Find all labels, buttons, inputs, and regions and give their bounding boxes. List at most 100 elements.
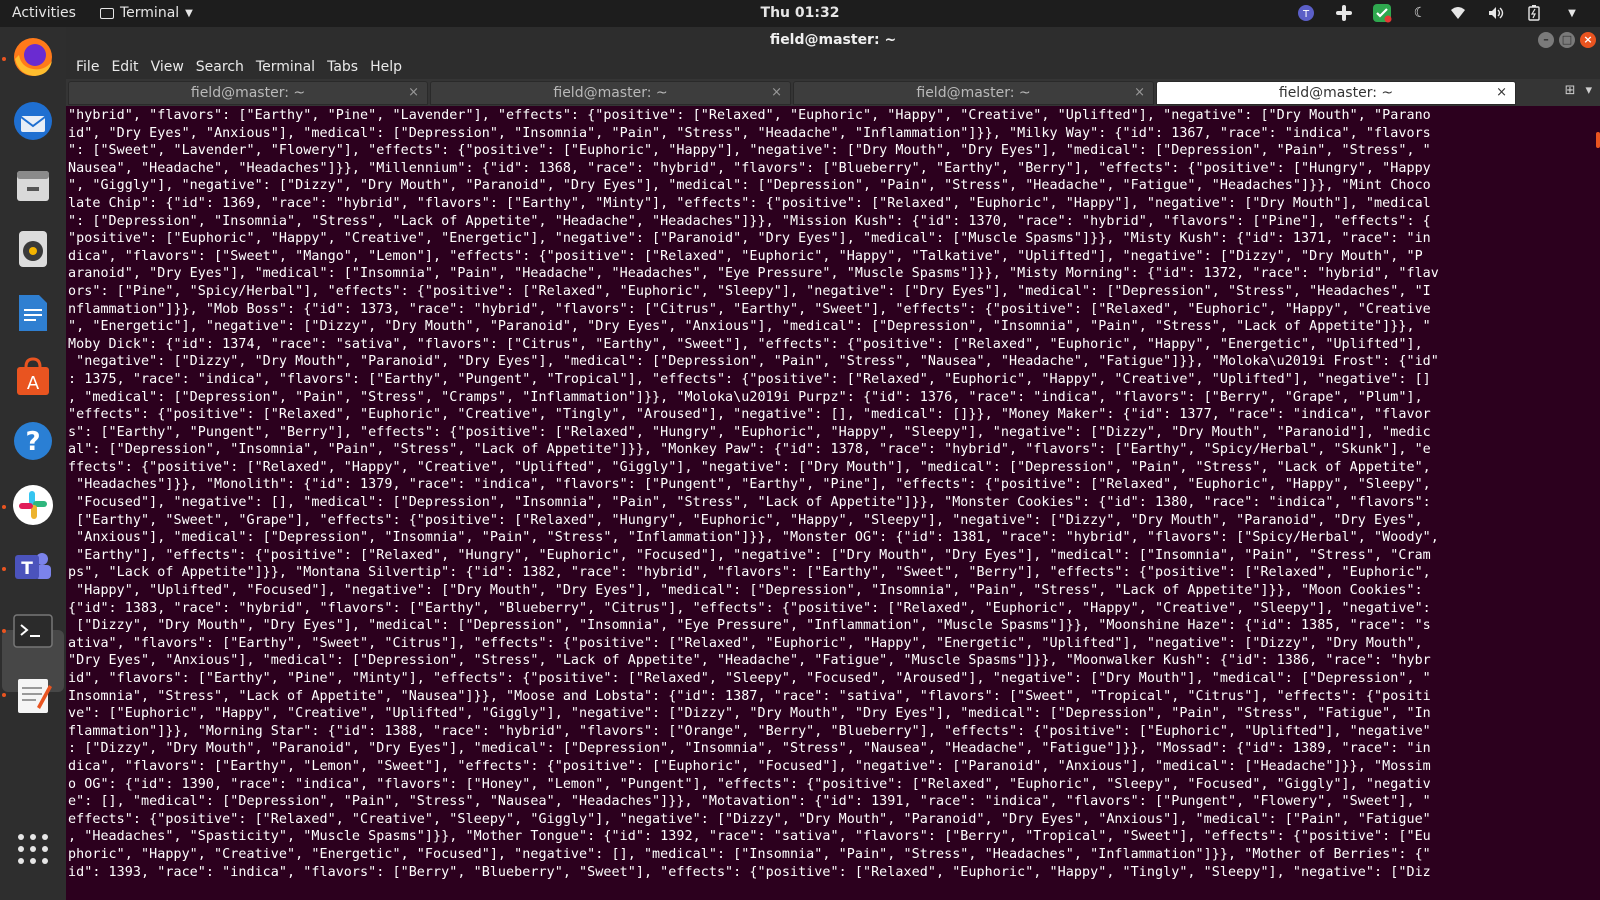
firefox-icon[interactable] — [9, 33, 57, 81]
tab-label: field@master: ~ — [190, 85, 306, 101]
svg-text:T: T — [21, 559, 33, 579]
svg-text:A: A — [27, 373, 40, 394]
tab-close-icon[interactable]: × — [1496, 82, 1507, 104]
tab-menu-icon[interactable]: ▾ — [1585, 83, 1592, 98]
terminal-line: flammation"]}}, "Morning Star": {"id": 1… — [68, 723, 1431, 739]
dock: A ? T — [0, 27, 66, 900]
system-menu-chevron-icon[interactable]: ▼ — [1562, 3, 1582, 23]
slack-tray-icon[interactable] — [1334, 3, 1354, 23]
tab-label: field@master: ~ — [553, 85, 668, 101]
terminal-line: phoric", "Happy", "Creative", "Energetic… — [68, 846, 1431, 862]
terminal-line: , "Headaches", "Spasticity", "Muscle Spa… — [68, 829, 1431, 845]
tab-1[interactable]: field@master: ~ × — [68, 81, 428, 105]
terminal-line: ve": ["Euphoric", "Happy", "Creative", "… — [68, 706, 1431, 722]
terminal-line: "effects": {"positive": ["Relaxed", "Eup… — [68, 407, 1431, 423]
terminal-line: ors": ["Pine", "Spicy/Herbal"], "effects… — [68, 283, 1431, 299]
night-light-icon[interactable]: ☾ — [1410, 3, 1430, 23]
terminal-line: "Earthy"], "effects": {"positive": ["Rel… — [68, 547, 1431, 563]
tab-close-icon[interactable]: × — [1134, 82, 1145, 104]
terminal-line: ", "Giggly"], "negative": ["Dizzy", "Dry… — [68, 178, 1431, 194]
terminal-line: "Focused"], "negative": [], "medical": [… — [68, 495, 1431, 511]
tab-close-icon[interactable]: × — [771, 82, 782, 104]
terminal-line: dica", "flavors": ["Sweet", "Mango", "Le… — [68, 248, 1423, 264]
terminal-line: ["Earthy", "Sweet", "Grape"], "effects":… — [68, 512, 1423, 528]
terminal-app-icon[interactable] — [9, 607, 57, 655]
terminal-line: , "medical": ["Depression", "Pain", "Str… — [68, 389, 1423, 405]
terminal-line: ", "Energetic"], "negative": ["Dizzy", "… — [68, 319, 1431, 335]
update-check-icon[interactable] — [1372, 3, 1392, 23]
tab-label: field@master: ~ — [916, 85, 1031, 101]
tab-bar: field@master: ~ × field@master: ~ × fiel… — [66, 79, 1600, 106]
teams-tray-icon[interactable]: T — [1296, 3, 1316, 23]
wifi-icon[interactable] — [1448, 3, 1468, 23]
terminal-line: ["Dizzy", "Dry Mouth", "Dry Eyes"], "med… — [68, 618, 1431, 634]
terminal-line: id": 1393, "race": "indica", "flavors": … — [68, 864, 1431, 880]
menu-view[interactable]: View — [145, 59, 190, 75]
window-title: field@master: ~ — [769, 32, 897, 48]
thunderbird-icon[interactable] — [9, 97, 57, 145]
menu-search[interactable]: Search — [190, 59, 250, 75]
terminal-line: ativa", "flavors": ["Earthy", "Sweet", "… — [68, 635, 1423, 651]
terminal-line: Insomnia", "Stress", "Lack of Appetite",… — [68, 688, 1431, 704]
libreoffice-writer-icon[interactable] — [9, 289, 57, 337]
menu-edit[interactable]: Edit — [105, 59, 144, 75]
terminal-text: "hybrid", "flavors": ["Earthy", "Pine", … — [68, 107, 1600, 881]
svg-text:?: ? — [25, 427, 40, 457]
tab-3[interactable]: field@master: ~ × — [793, 81, 1154, 105]
running-indicator — [2, 693, 6, 697]
terminal-line: "Headaches"]}}, "Monolith": {"id": 1379,… — [68, 477, 1431, 493]
window-titlebar[interactable]: field@master: ~ – □ × — [66, 27, 1600, 55]
terminal-line: : 1375, "race": "indica", "flavors": ["E… — [68, 371, 1431, 387]
slack-icon[interactable] — [9, 481, 57, 529]
terminal-line: aranoid", "Dry Eyes"], "medical": ["Inso… — [68, 266, 1439, 282]
tab-tools: ⊞ ▾ — [1565, 83, 1592, 98]
terminal-line: e": [], "medical": ["Depression", "Pain"… — [68, 794, 1431, 810]
terminal-line: Moby Dick": {"id": 1374, "race": "sativa… — [68, 336, 1423, 352]
menu-bar: File Edit View Search Terminal Tabs Help — [66, 55, 1600, 79]
terminal-line: ps", "Lack of Appetite"]}}, "Montana Sil… — [68, 565, 1431, 581]
terminal-line: effects": {"positive": ["Relaxed", "Crea… — [68, 811, 1431, 827]
maximize-button[interactable]: □ — [1559, 32, 1575, 48]
close-button[interactable]: × — [1580, 32, 1596, 48]
battery-icon[interactable] — [1524, 3, 1544, 23]
help-icon[interactable]: ? — [9, 417, 57, 465]
terminal-line: id", "Dry Eyes", "Anxious"], "medical": … — [68, 125, 1431, 141]
terminal-line: : ["Dizzy", "Dry Mouth", "Paranoid", "Dr… — [68, 741, 1431, 757]
tab-close-icon[interactable]: × — [408, 82, 419, 104]
terminal-line: ffects": {"positive": ["Relaxed", "Happy… — [68, 459, 1431, 475]
terminal-line: late Chip": {"id": 1369, "race": "hybrid… — [68, 195, 1431, 211]
teams-icon[interactable]: T — [9, 543, 57, 591]
terminal-line: nflammation"]}}, "Mob Boss": {"id": 1373… — [68, 301, 1431, 317]
terminal-line: dica", "flavors": ["Earthy", "Lemon", "S… — [68, 758, 1431, 774]
text-editor-icon[interactable] — [9, 671, 57, 719]
terminal-line: "Anxious"], "medical": ["Depression", "I… — [68, 530, 1439, 546]
menu-help[interactable]: Help — [364, 59, 408, 75]
terminal-line: "negative": ["Dizzy", "Dry Mouth", "Para… — [68, 354, 1439, 370]
menu-tabs[interactable]: Tabs — [321, 59, 364, 75]
running-indicator — [2, 629, 6, 633]
svg-text:T: T — [1302, 9, 1310, 20]
menu-file[interactable]: File — [70, 59, 105, 75]
terminal-line: s": ["Earthy", "Pungent", "Berry"], "eff… — [68, 424, 1431, 440]
minimize-button[interactable]: – — [1538, 32, 1554, 48]
terminal-line: ": ["Depression", "Insomnia", "Stress", … — [68, 213, 1431, 229]
running-indicator — [2, 505, 6, 509]
tab-4-active[interactable]: field@master: ~ × — [1156, 81, 1516, 105]
terminal-output[interactable]: "hybrid", "flavors": ["Earthy", "Pine", … — [66, 106, 1600, 900]
volume-icon[interactable] — [1486, 3, 1506, 23]
new-tab-icon[interactable]: ⊞ — [1565, 83, 1576, 98]
files-icon[interactable] — [9, 161, 57, 209]
running-indicator — [2, 567, 6, 571]
menu-terminal[interactable]: Terminal — [250, 59, 321, 75]
system-tray: T ☾ ▼ — [1296, 3, 1582, 23]
rhythmbox-icon[interactable] — [9, 225, 57, 273]
terminal-line: "Dry Eyes", "Anxious"], "medical": ["Dep… — [68, 653, 1431, 669]
terminal-line: "Happy", "Uplifted", "Focused"], "negati… — [68, 583, 1423, 599]
window-controls: – □ × — [1538, 32, 1596, 48]
scrollbar-thumb[interactable] — [1596, 132, 1600, 148]
terminal-line: o OG": {"id": 1390, "race": "indica", "f… — [68, 776, 1431, 792]
tab-2[interactable]: field@master: ~ × — [430, 81, 791, 105]
show-applications-icon[interactable] — [9, 825, 57, 873]
software-center-icon[interactable]: A — [9, 353, 57, 401]
terminal-line: "positive": ["Euphoric", "Happy", "Creat… — [68, 231, 1431, 247]
